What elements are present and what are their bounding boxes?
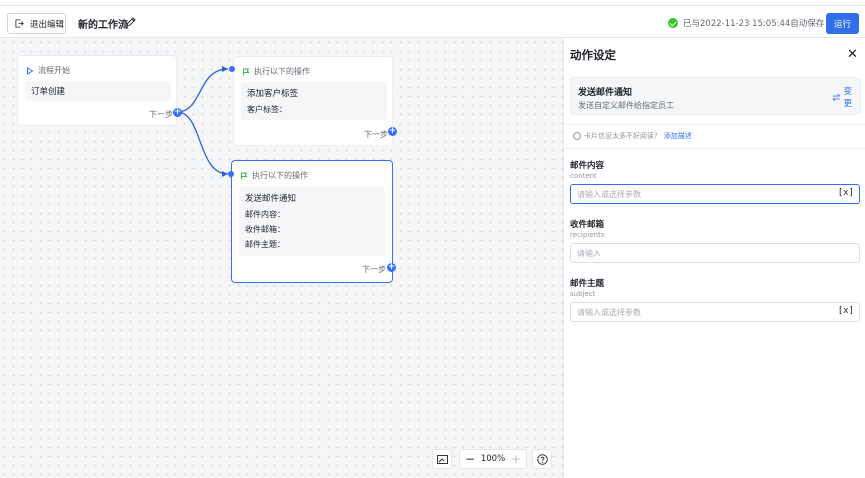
panel-title: 动作设定 — [570, 48, 616, 62]
action-field-subject: 邮件主题： — [245, 240, 285, 249]
action-node-add-tag[interactable]: 执行以下的操作 添加客户标签 客户标签： 下一步 — [233, 56, 393, 146]
divider — [564, 148, 865, 149]
action-node-send-email[interactable]: 执行以下的操作 发送邮件通知 邮件内容： 收件邮箱： 邮件主题： 下一步 — [231, 160, 393, 283]
action-node-header-label: 执行以下的操作 — [254, 67, 310, 76]
content-input[interactable] — [577, 188, 827, 201]
next-step-label: 下一步 — [149, 110, 173, 119]
action-title: 添加客户标签 — [247, 89, 299, 99]
exit-edit-label: 退出编辑 — [30, 19, 65, 30]
run-button[interactable]: 运行 — [826, 13, 859, 34]
next-step-label: 下一步 — [364, 130, 388, 139]
action-field-customer-tag: 客户标签： — [247, 105, 287, 114]
subject-input[interactable] — [577, 306, 827, 319]
start-node-header-label: 流程开始 — [38, 66, 70, 75]
help-icon — [536, 453, 548, 465]
field-label-recipients: 收件邮箱 — [570, 220, 605, 230]
input-port — [228, 171, 234, 177]
flag-icon — [241, 172, 248, 179]
action-name: 发送邮件通知 — [578, 88, 633, 98]
autosave-text: 已与2022-11-23 15:05:44自动保存 — [683, 19, 825, 29]
description-hint: 卡片信息太多不好阅读? 添加描述 — [573, 131, 692, 141]
action-settings-panel: 动作设定 ✕ 发送邮件通知 发送自定义邮件给指定员工 变更 卡片信息太多不好阅读… — [563, 38, 865, 478]
zoom-in-button[interactable]: + — [511, 452, 521, 466]
next-step-label: 下一步 — [362, 265, 386, 274]
field-key-content: content — [570, 172, 597, 180]
zoom-controls: − 100% + — [459, 449, 527, 469]
exit-icon — [15, 19, 24, 28]
start-node[interactable]: 流程开始 订单创建 下一步 — [17, 55, 177, 126]
zoom-out-button[interactable]: − — [465, 452, 475, 466]
divider — [564, 124, 865, 125]
content-field[interactable]: [x] — [570, 184, 860, 204]
field-label-subject: 邮件主题 — [570, 279, 605, 289]
add-description-link[interactable]: 添加描述 — [664, 131, 692, 141]
subject-field[interactable]: [x] — [570, 302, 860, 322]
workflow-title: 新的工作流 — [78, 20, 128, 31]
change-action-button[interactable]: 变更 — [832, 85, 860, 109]
minimap-icon — [436, 454, 448, 464]
help-button[interactable] — [532, 449, 552, 469]
play-icon — [27, 66, 34, 75]
swap-icon — [832, 93, 841, 101]
action-description: 发送自定义邮件给指定员工 — [578, 101, 674, 110]
recipients-input[interactable] — [577, 247, 827, 260]
action-field-content: 邮件内容： — [245, 210, 285, 219]
action-field-recipients: 收件邮箱： — [245, 225, 285, 234]
action-title: 发送邮件通知 — [245, 194, 297, 204]
action-node-body: 发送邮件通知 邮件内容： 收件邮箱： 邮件主题： — [239, 187, 385, 256]
insert-variable-button[interactable]: [x] — [838, 188, 854, 198]
add-next-step-button[interactable]: + — [388, 127, 397, 136]
hint-text: 卡片信息太多不好阅读? — [584, 132, 658, 140]
field-key-subject: subject — [570, 290, 596, 298]
action-node-body: 添加客户标签 客户标签： — [241, 82, 387, 120]
exit-edit-button[interactable]: 退出编辑 — [7, 13, 66, 34]
autosave-status: 已与2022-11-23 15:05:44自动保存 — [668, 17, 824, 29]
zoom-level: 100% — [480, 454, 506, 464]
insert-variable-button[interactable]: [x] — [838, 306, 854, 316]
trigger-title: 订单创建 — [31, 87, 66, 97]
comment-icon — [573, 132, 581, 140]
start-node-header: 流程开始 — [26, 65, 70, 76]
flag-icon — [243, 68, 250, 75]
field-label-content: 邮件内容 — [570, 161, 605, 171]
start-node-body: 订单创建 — [25, 81, 171, 101]
add-next-step-button[interactable]: + — [173, 108, 182, 117]
close-icon[interactable]: ✕ — [847, 47, 858, 62]
field-key-recipients: recipients — [570, 231, 605, 239]
action-node-header: 执行以下的操作 — [240, 170, 308, 181]
input-port — [229, 66, 235, 72]
check-circle-icon — [668, 18, 678, 28]
top-bar: 退出编辑 新的工作流 已与2022-11-23 15:05:44自动保存 运行 — [0, 5, 865, 38]
change-action-label: 变更 — [843, 87, 853, 109]
minimap-button[interactable] — [432, 449, 452, 469]
action-node-header: 执行以下的操作 — [242, 66, 310, 77]
selected-action-card: 发送邮件通知 发送自定义邮件给指定员工 变更 — [570, 77, 861, 115]
add-next-step-button[interactable]: + — [387, 263, 396, 272]
recipients-field[interactable] — [570, 243, 860, 263]
edit-title-icon[interactable] — [126, 17, 136, 27]
workflow-canvas[interactable]: 流程开始 订单创建 下一步 + 执行以下的操作 添加客户标签 客户标签： 下一步… — [0, 38, 563, 478]
action-node-header-label: 执行以下的操作 — [252, 171, 308, 180]
